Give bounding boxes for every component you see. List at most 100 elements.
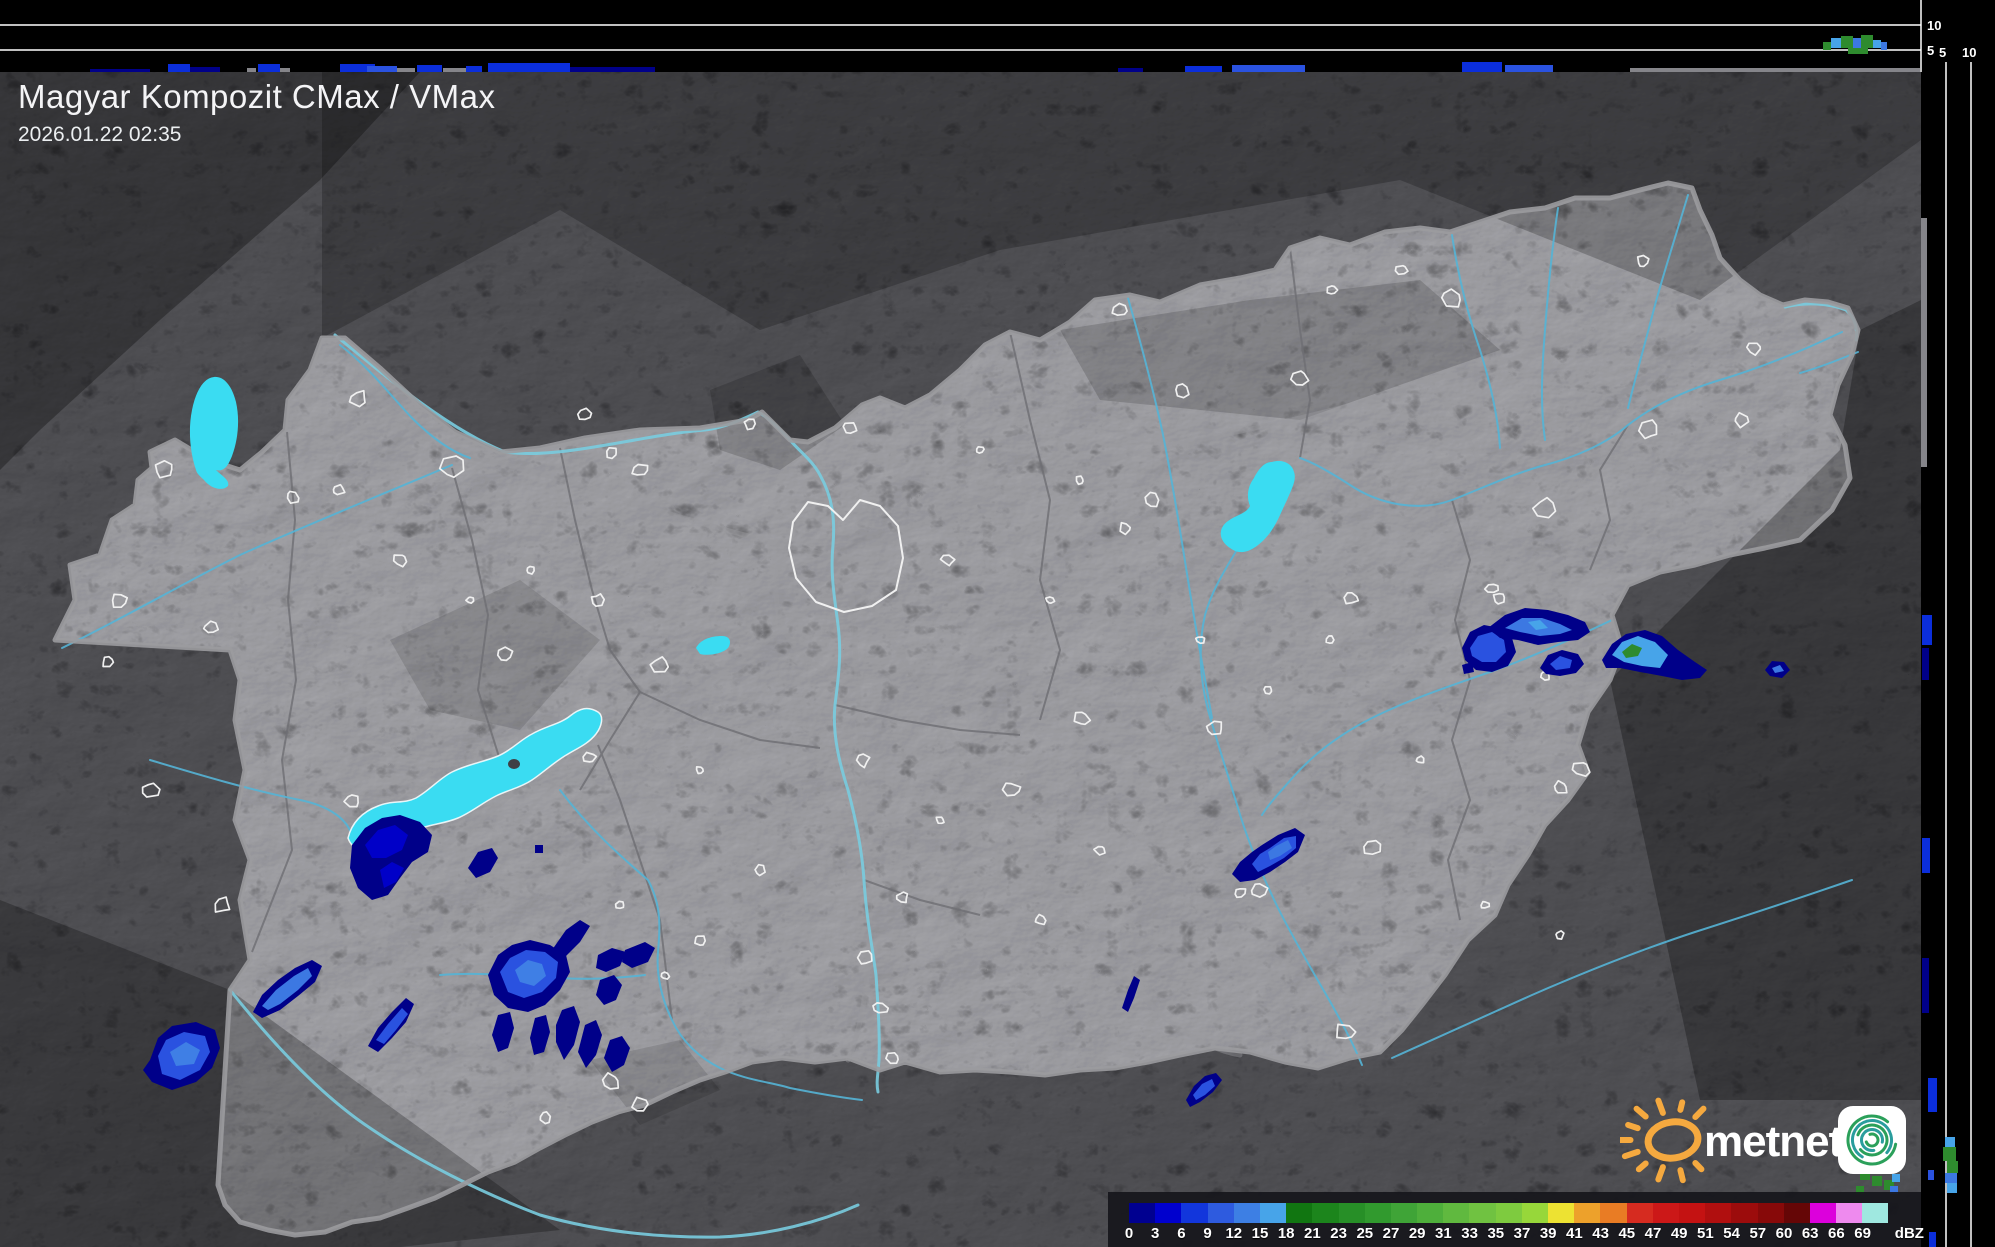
dbz-tick-label: 27	[1382, 1225, 1400, 1242]
sun-ray	[1692, 1159, 1705, 1173]
dbz-tick-label: 33	[1461, 1225, 1478, 1242]
title-block: Magyar Kompozit CMax / VMax 2026.01.22 0…	[18, 78, 495, 147]
profile-echo-segment	[488, 63, 570, 72]
sun-ray	[1633, 1105, 1649, 1120]
dbz-swatch-60	[1783, 1203, 1810, 1223]
profile-echo-segment	[570, 67, 655, 72]
dbz-swatch-29	[1417, 1203, 1444, 1223]
sun-ray	[1692, 1105, 1707, 1121]
dbz-swatch-9	[1207, 1203, 1234, 1223]
dbz-swatch-15	[1259, 1203, 1287, 1223]
dbz-swatch-41	[1574, 1203, 1601, 1223]
logo-text: metnet	[1704, 1117, 1844, 1166]
profile-echo-segment	[1848, 48, 1868, 54]
dbz-swatch-63	[1809, 1203, 1837, 1223]
profile-echo-segment	[1881, 42, 1887, 50]
dbz-swatch-49	[1678, 1203, 1706, 1223]
profile-echo-segment	[190, 67, 220, 72]
profile-echo-segment	[1922, 958, 1929, 1013]
profile-echo-segment	[1823, 42, 1831, 50]
dbz-tick-label: 18	[1277, 1225, 1295, 1242]
profile-echo-segment	[1873, 40, 1881, 48]
page-title: Magyar Kompozit CMax / VMax	[18, 78, 496, 115]
dbz-swatch-66	[1836, 1203, 1863, 1223]
sun-ray	[1655, 1164, 1666, 1183]
profile-echo-segment	[1928, 1078, 1937, 1112]
profile-echo-segment	[90, 69, 150, 72]
right-profile-panel	[1921, 0, 1995, 1247]
top-axis-10km-label: 10	[1927, 18, 1941, 33]
profile-echo-segment	[397, 68, 415, 72]
dbz-swatch-23	[1338, 1203, 1365, 1223]
profile-echo-segment	[1922, 615, 1932, 645]
profile-echo-segment	[1928, 1170, 1934, 1180]
profile-echo-segment	[1947, 1161, 1958, 1173]
dbz-swatch-3	[1155, 1203, 1182, 1223]
dbz-swatch-69	[1862, 1203, 1889, 1223]
dbz-colorbar: 0 3 6 9 12 15 18 21 23 25 27 29 31 33 35 37 39 41 43 45 47 49…	[1108, 1192, 1924, 1247]
map-area	[0, 72, 1921, 1247]
dbz-swatch-0	[1129, 1203, 1156, 1223]
profile-echo-segment	[1232, 65, 1305, 72]
dbz-tick-label: 15	[1251, 1225, 1269, 1242]
profile-echo-segment	[1922, 648, 1929, 680]
profile-echo-segment	[1462, 62, 1502, 72]
timestamp: 2026.01.22 02:35	[18, 123, 182, 146]
spiral-app-icon	[1838, 1106, 1906, 1174]
profile-echo-segment	[417, 65, 442, 72]
dbz-tick-label: 54	[1723, 1225, 1740, 1242]
sun-icon	[1620, 1097, 1707, 1184]
profile-echo-segment	[168, 64, 190, 72]
sun-ray	[1635, 1160, 1649, 1173]
dbz-swatch-57	[1757, 1203, 1784, 1223]
right-axis-10km-label: 10	[1962, 45, 1976, 60]
dbz-tick-label: 3	[1151, 1225, 1160, 1242]
echo-polygon	[535, 845, 543, 853]
dbz-tick-label: 37	[1513, 1225, 1531, 1242]
dbz-tick-label: 47	[1644, 1225, 1662, 1242]
profile-echo-segment	[280, 68, 290, 72]
dbz-swatch-51	[1705, 1203, 1732, 1223]
profile-echo-segment	[1118, 68, 1143, 72]
dbz-tick-label: 21	[1304, 1225, 1321, 1242]
dbz-tick-label: 60	[1775, 1225, 1793, 1242]
profile-echo-segment	[1929, 1232, 1936, 1247]
profile-echo-segment	[1922, 838, 1930, 873]
profile-echo-segment	[1630, 68, 1920, 72]
dbz-swatch-21	[1312, 1203, 1339, 1223]
dbz-tick-label: 69	[1854, 1225, 1871, 1242]
radar-map-svg: 10 5 5 10	[0, 0, 1995, 1247]
dbz-swatch-45	[1626, 1203, 1653, 1223]
dbz-tick-label: 51	[1697, 1225, 1714, 1242]
dbz-swatch-25	[1364, 1203, 1391, 1223]
dbz-tick-label: 25	[1356, 1225, 1374, 1242]
right-axis-5km-label: 5	[1939, 45, 1946, 60]
profile-echo-segment	[1831, 38, 1841, 48]
dbz-swatch-33	[1469, 1203, 1496, 1223]
dbz-tick-label: 43	[1592, 1225, 1609, 1242]
sun-ray	[1625, 1121, 1641, 1132]
top-axis-5km-label: 5	[1927, 43, 1934, 58]
dbz-swatch-31	[1443, 1203, 1470, 1223]
dbz-tick-label: 39	[1539, 1225, 1557, 1242]
dbz-tick-label: 29	[1408, 1225, 1426, 1242]
dbz-tick-label: 6	[1177, 1225, 1186, 1242]
profile-echo-segment	[1921, 218, 1927, 467]
dbz-swatch-54	[1731, 1203, 1758, 1223]
profile-echo-segment	[1841, 36, 1853, 48]
dbz-tick-label: 23	[1330, 1225, 1347, 1242]
dbz-swatch-43	[1600, 1203, 1627, 1223]
profile-echo-segment	[1947, 1183, 1957, 1193]
profile-echo-segment	[247, 68, 256, 72]
dbz-tick-label: 66	[1828, 1225, 1845, 1242]
dbz-swatch-6	[1181, 1203, 1208, 1223]
dbz-swatch-18	[1286, 1203, 1313, 1223]
dbz-swatch-35	[1495, 1203, 1522, 1223]
metnet-logo: metnet	[1620, 1090, 1920, 1190]
dbz-swatch-12	[1233, 1203, 1260, 1223]
dbz-tick-label: 0	[1124, 1225, 1134, 1242]
dbz-tick-label: 41	[1566, 1225, 1583, 1242]
dbz-swatch-37	[1521, 1203, 1548, 1223]
profile-echo-segment	[466, 66, 482, 72]
dbz-swatch-27	[1390, 1203, 1418, 1223]
